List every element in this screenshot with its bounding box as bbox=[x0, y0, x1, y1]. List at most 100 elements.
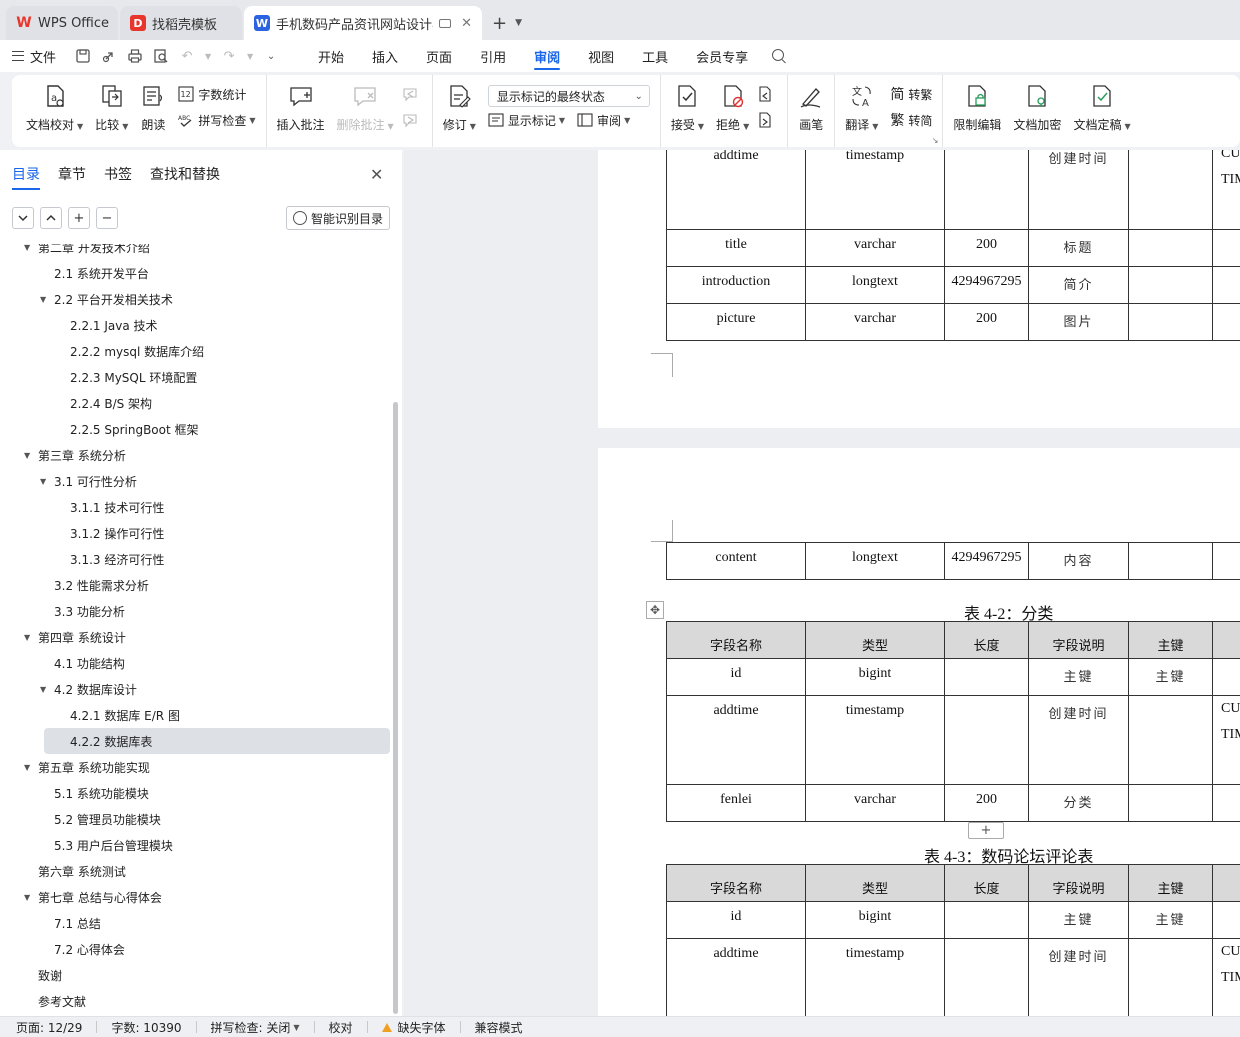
toc-item[interactable]: ▼ 第二章 开发技术介绍 bbox=[0, 244, 390, 260]
toc-item[interactable]: 2.2.4 B/S 架构 bbox=[0, 390, 390, 416]
collapse-all-icon[interactable] bbox=[12, 207, 34, 229]
table-cell[interactable]: 简介 bbox=[1028, 266, 1129, 304]
add-row-icon[interactable]: + bbox=[968, 822, 1004, 839]
toc-item[interactable]: ▼ 第七章 总结与心得体会 bbox=[0, 884, 390, 910]
table-cell[interactable] bbox=[1128, 150, 1213, 230]
new-tab-button[interactable]: + bbox=[484, 6, 515, 40]
table-cell[interactable] bbox=[1212, 784, 1240, 822]
to-traditional-button[interactable]: 简 转繁 bbox=[890, 81, 932, 107]
toc-item[interactable]: 4.2.1 数据库 E/R 图 bbox=[0, 702, 390, 728]
expand-arrow-icon[interactable]: ▼ bbox=[24, 451, 30, 460]
toc-item[interactable]: 4.1 功能结构 bbox=[0, 650, 390, 676]
tab-find-replace[interactable]: 查找和替换 bbox=[150, 164, 220, 190]
table-cell[interactable]: addtime bbox=[666, 938, 806, 1016]
toc-item[interactable]: 4.2.2 数据库表 bbox=[44, 728, 390, 754]
missing-font-indicator[interactable]: 缺失字体 bbox=[381, 1019, 446, 1036]
table-cell[interactable]: 内容 bbox=[1028, 542, 1129, 580]
table-cell[interactable] bbox=[1212, 542, 1240, 580]
close-tab-icon[interactable]: ✕ bbox=[461, 16, 472, 31]
spell-check-button[interactable]: ABC 拼写检查 ▼ bbox=[178, 107, 255, 133]
table-cell[interactable]: CUTIM bbox=[1212, 150, 1240, 230]
table-cell[interactable] bbox=[1212, 266, 1240, 304]
table-header-cell[interactable] bbox=[1212, 621, 1240, 659]
toc-item[interactable]: 2.2.2 mysql 数据库介绍 bbox=[0, 338, 390, 364]
table-cell[interactable]: addtime bbox=[666, 695, 806, 785]
table-cell[interactable]: 创建时间 bbox=[1028, 150, 1129, 230]
menu-home[interactable]: 开始 bbox=[304, 40, 358, 72]
tab-bookmarks[interactable]: 书签 bbox=[104, 164, 132, 190]
undo-dropdown-icon[interactable]: ▼ bbox=[204, 47, 212, 65]
table-cell[interactable]: 200 bbox=[944, 303, 1029, 341]
tab-wps-office[interactable]: W WPS Office bbox=[6, 6, 118, 40]
reject-button[interactable]: 拒绝 ▼ bbox=[716, 81, 749, 133]
toc-item[interactable]: 3.1.3 经济可行性 bbox=[0, 546, 390, 572]
table-cell[interactable]: longtext bbox=[805, 266, 945, 304]
table-cell[interactable]: introduction bbox=[666, 266, 806, 304]
table-cell[interactable]: 主键 bbox=[1128, 901, 1213, 939]
table-cell[interactable] bbox=[1212, 303, 1240, 341]
toc-scrollbar[interactable] bbox=[393, 402, 398, 1014]
table-cell[interactable]: CUTIM bbox=[1212, 695, 1240, 785]
read-aloud-button[interactable]: 朗读 bbox=[140, 81, 166, 133]
toc-item[interactable]: 7.1 总结 bbox=[0, 910, 390, 936]
toc-item[interactable]: 2.1 系统开发平台 bbox=[0, 260, 390, 286]
toc-item[interactable]: 3.2 性能需求分析 bbox=[0, 572, 390, 598]
toc-item[interactable]: ▼ 第四章 系统设计 bbox=[0, 624, 390, 650]
tab-chapters[interactable]: 章节 bbox=[58, 164, 86, 190]
expand-arrow-icon[interactable]: ▼ bbox=[40, 477, 46, 486]
menu-member[interactable]: 会员专享 bbox=[682, 40, 762, 72]
table-header-cell[interactable]: 主键 bbox=[1128, 864, 1213, 902]
table-cell[interactable]: addtime bbox=[666, 150, 806, 230]
table-cell[interactable]: id bbox=[666, 658, 806, 696]
table-cell[interactable] bbox=[944, 901, 1029, 939]
expand-arrow-icon[interactable]: ▼ bbox=[24, 763, 30, 772]
table-cell[interactable] bbox=[1128, 938, 1213, 1016]
table-cell[interactable] bbox=[944, 150, 1029, 230]
toc-item[interactable]: 第六章 系统测试 bbox=[0, 858, 390, 884]
table-cell[interactable] bbox=[1128, 695, 1213, 785]
table-header-cell[interactable]: 字段名称 bbox=[666, 864, 806, 902]
show-markup-button[interactable]: 显示标记 ▼ bbox=[488, 107, 565, 133]
toc-item[interactable]: 5.2 管理员功能模块 bbox=[0, 806, 390, 832]
translate-button[interactable]: 文A 翻译 ▼ bbox=[845, 81, 878, 133]
table-cell[interactable]: 主键 bbox=[1028, 901, 1129, 939]
review-pane-button[interactable]: 审阅 ▼ bbox=[577, 107, 630, 133]
table-cell[interactable] bbox=[1128, 229, 1213, 267]
previous-comment-icon[interactable] bbox=[402, 81, 422, 107]
table-cell[interactable] bbox=[1128, 266, 1213, 304]
table-cell[interactable] bbox=[944, 658, 1029, 696]
table-cell[interactable]: 主键 bbox=[1028, 658, 1129, 696]
menu-review[interactable]: 审阅 bbox=[520, 40, 574, 72]
table-header-cell[interactable]: 字段名称 bbox=[666, 621, 806, 659]
next-comment-icon[interactable] bbox=[402, 107, 422, 133]
more-quick-access-icon[interactable]: ⌄ bbox=[262, 47, 280, 65]
table-cell[interactable]: 200 bbox=[944, 784, 1029, 822]
toc-item[interactable]: 致谢 bbox=[0, 962, 390, 988]
table-cell[interactable]: bigint bbox=[805, 901, 945, 939]
toc-item[interactable]: ▼ 4.2 数据库设计 bbox=[0, 676, 390, 702]
table-header-cell[interactable]: 类型 bbox=[805, 621, 945, 659]
word-count-button[interactable]: 12 字数统计 bbox=[178, 81, 255, 107]
table-cell[interactable]: CUTIM bbox=[1212, 938, 1240, 1016]
delete-comment-button[interactable]: 删除批注 ▼ bbox=[337, 81, 394, 133]
close-icon[interactable]: ✕ bbox=[370, 165, 383, 184]
table-cell[interactable]: timestamp bbox=[805, 695, 945, 785]
menu-insert[interactable]: 插入 bbox=[358, 40, 412, 72]
doc-check-button[interactable]: a 文档校对 ▼ bbox=[26, 81, 83, 133]
table-cell[interactable]: 创建时间 bbox=[1028, 938, 1129, 1016]
table-header-cell[interactable]: 长度 bbox=[944, 864, 1029, 902]
table-cell[interactable]: picture bbox=[666, 303, 806, 341]
page-indicator[interactable]: 页面: 12/29 bbox=[16, 1019, 82, 1036]
toc-item[interactable]: 3.1.1 技术可行性 bbox=[0, 494, 390, 520]
toc-item[interactable]: ▼ 第三章 系统分析 bbox=[0, 442, 390, 468]
compare-button[interactable]: 比较 ▼ bbox=[95, 81, 128, 133]
table-cell[interactable]: varchar bbox=[805, 229, 945, 267]
print-icon[interactable] bbox=[126, 47, 144, 65]
previous-change-icon[interactable] bbox=[757, 81, 777, 107]
tab-list-dropdown-icon[interactable]: ▼ bbox=[515, 6, 522, 40]
expand-arrow-icon[interactable]: ▼ bbox=[40, 295, 46, 304]
table-cell[interactable]: 4294967295 bbox=[944, 542, 1029, 580]
tab-template[interactable]: D 找稻壳模板 bbox=[120, 6, 242, 40]
export-icon[interactable] bbox=[100, 47, 118, 65]
accept-button[interactable]: 接受 ▼ bbox=[671, 81, 704, 133]
